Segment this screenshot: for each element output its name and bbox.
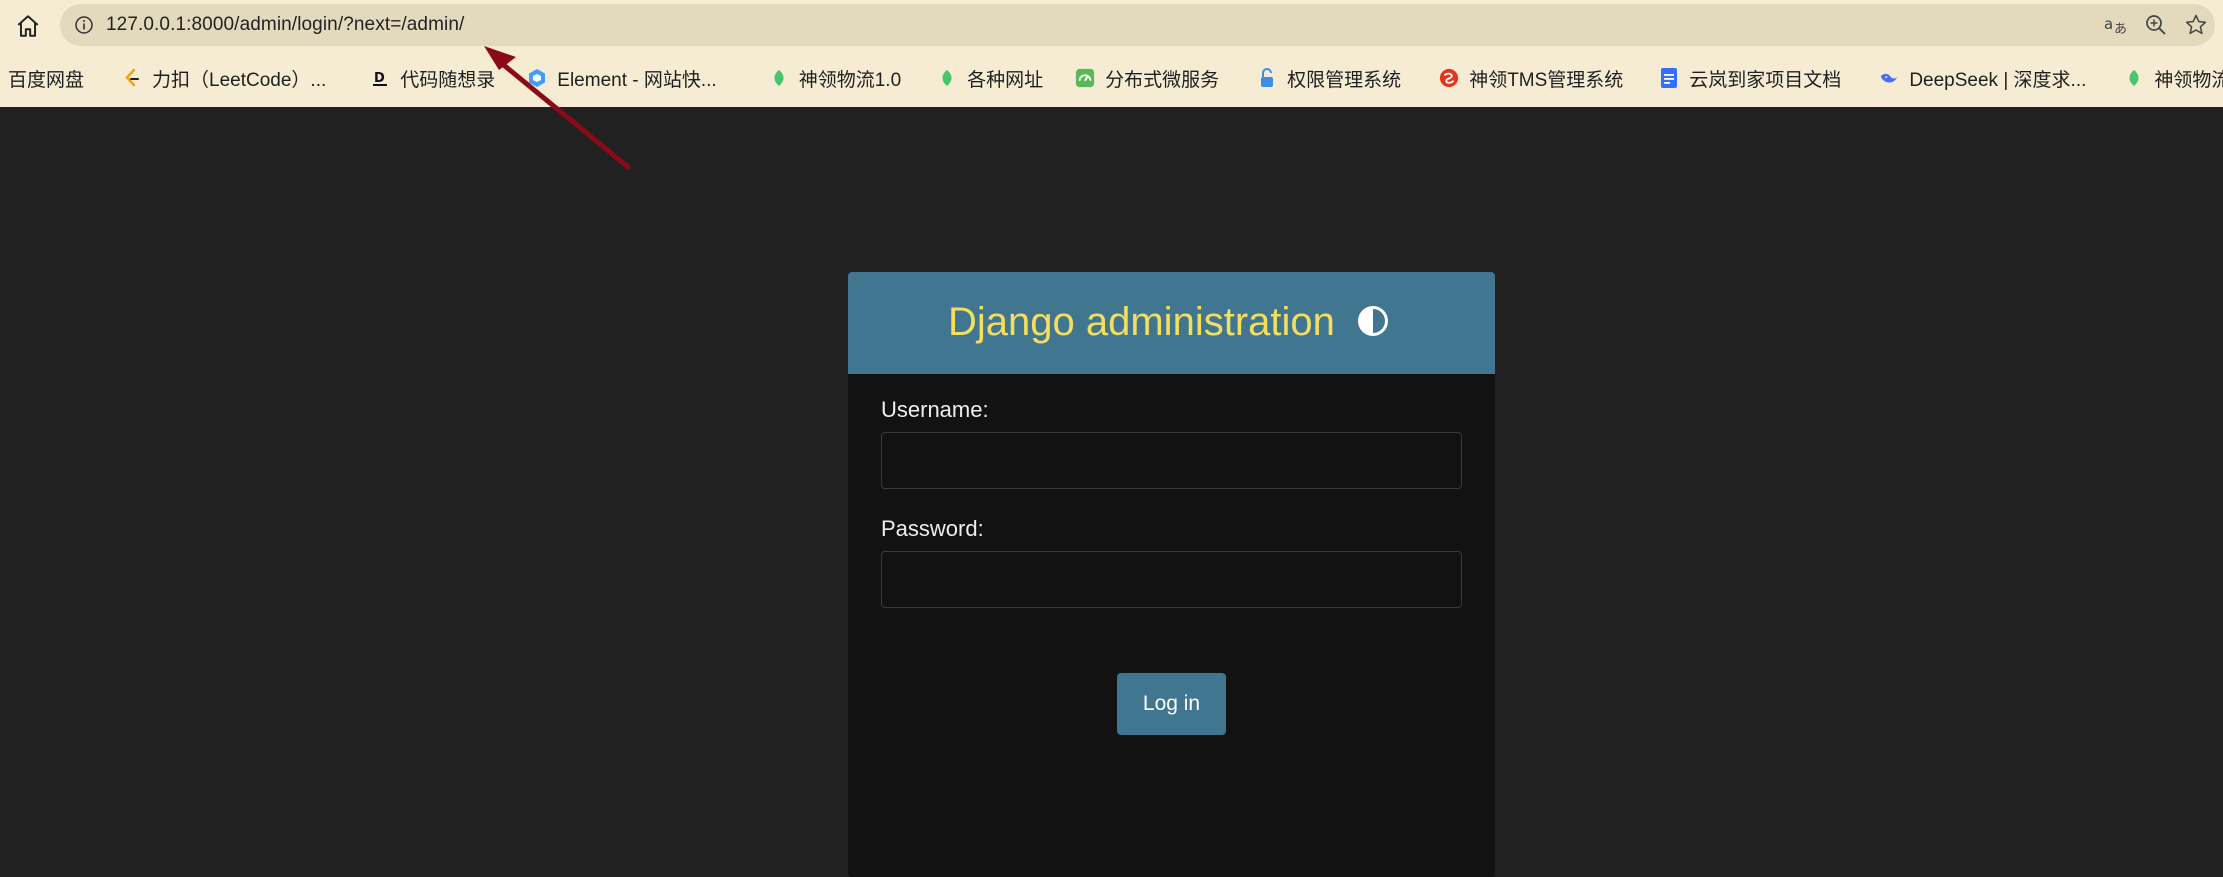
bookmark-label: 各种网址 [967, 69, 1044, 91]
bookmark-item[interactable]: 云岚到家项目文档 [1651, 58, 1849, 98]
bookmark-label: 力扣（LeetCode）... [152, 69, 327, 91]
leaf-icon [2124, 68, 2144, 88]
address-bar[interactable]: 127.0.0.1:8000/admin/login/?next=/admin/… [60, 4, 2215, 46]
svg-text:D: D [374, 71, 385, 86]
element-icon [527, 68, 547, 88]
bookmark-label: 神领TMS管理系统 [1469, 69, 1624, 91]
site-info-button[interactable] [70, 11, 98, 39]
bookmark-item[interactable]: 分布式微服务 [1067, 58, 1227, 98]
bookmark-label: DeepSeek | 深度求... [1909, 69, 2087, 91]
username-input[interactable] [881, 432, 1462, 489]
bookmark-label: Element - 网站快... [557, 69, 717, 91]
swirl-icon [1439, 68, 1459, 88]
login-header: Django administration [848, 272, 1495, 374]
password-input[interactable] [881, 551, 1462, 608]
home-icon [17, 15, 39, 37]
bookmarks-bar: 百度网盘 力扣（LeetCode）... D 代码随想录 Element - 网… [0, 49, 2223, 107]
bookmark-item[interactable]: DeepSeek | 深度求... [1871, 58, 2094, 98]
bookmark-label: 神领物流1.0 [2154, 69, 2223, 91]
bookmark-label: 代码随想录 [400, 69, 496, 91]
bookmark-item[interactable]: 神领TMS管理系统 [1431, 58, 1631, 98]
browser-toolbar: 127.0.0.1:8000/admin/login/?next=/admin/… [0, 0, 2223, 49]
zoom-button[interactable] [2141, 10, 2171, 40]
d-logo-icon: D [370, 68, 390, 88]
bookmark-item[interactable]: D 代码随想录 [362, 58, 503, 98]
leaf-icon [769, 68, 789, 88]
bookmark-item[interactable]: 权限管理系统 [1249, 58, 1409, 98]
leaf-icon [937, 68, 957, 88]
address-bar-tools: a あ [2101, 10, 2211, 40]
password-label: Password: [881, 516, 984, 541]
lock-icon [1257, 68, 1277, 88]
whale-icon [1879, 68, 1899, 88]
bookmark-label: 百度网盘 [8, 69, 85, 91]
translate-icon: a あ [2104, 15, 2127, 37]
star-icon [2185, 14, 2207, 35]
bookmark-item[interactable]: 各种网址 [929, 58, 1051, 98]
svg-text:a: a [2104, 15, 2113, 33]
gauge-icon [1075, 68, 1095, 88]
bookmark-label: 云岚到家项目文档 [1689, 69, 1842, 91]
home-button[interactable] [12, 10, 44, 42]
bookmark-item[interactable]: 力扣（LeetCode）... [114, 58, 334, 98]
bookmark-label: 分布式微服务 [1105, 69, 1220, 91]
zoom-in-icon [2146, 15, 2166, 35]
svg-text:あ: あ [2114, 22, 2127, 37]
doc-icon [1659, 68, 1679, 88]
url-text[interactable]: 127.0.0.1:8000/admin/login/?next=/admin/ [106, 14, 464, 36]
bookmark-label: 权限管理系统 [1287, 69, 1402, 91]
favorite-button[interactable] [2181, 10, 2211, 40]
bookmark-item[interactable]: 神领物流1.0 [2116, 58, 2223, 98]
bookmark-item[interactable]: 神领物流1.0 [761, 58, 909, 98]
bookmark-label: 神领物流1.0 [798, 69, 902, 91]
translate-button[interactable]: a あ [2101, 10, 2131, 40]
login-button[interactable]: Log in [1117, 673, 1226, 735]
username-label: Username: [881, 397, 989, 422]
page-content: Django administration Username: Password… [0, 107, 2223, 877]
leetcode-icon [122, 68, 142, 88]
site-title: Django administration [948, 300, 1335, 344]
bookmark-item[interactable]: 百度网盘 [0, 58, 92, 98]
contrast-icon[interactable] [1356, 304, 1390, 338]
info-icon [75, 16, 93, 34]
bookmark-item[interactable]: Element - 网站快... [519, 58, 724, 98]
login-form: Django administration Username: Password… [848, 272, 1495, 877]
